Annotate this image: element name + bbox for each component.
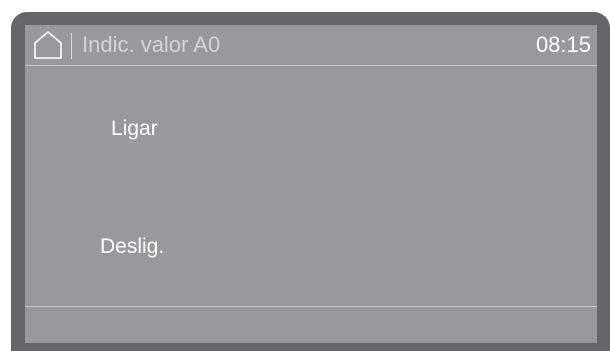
page-title: Indic. valor A0 xyxy=(82,32,221,57)
option-ligar[interactable]: Ligar xyxy=(111,116,158,142)
clock: 08:15 xyxy=(535,32,591,57)
option-deslig[interactable]: Deslig. xyxy=(100,234,164,260)
header-divider xyxy=(25,65,597,66)
header-separator xyxy=(71,33,72,59)
header-bar: Indic. valor A0 08:15 xyxy=(25,25,597,65)
home-button[interactable] xyxy=(31,29,65,61)
footer-divider xyxy=(25,306,597,307)
display-screen: Indic. valor A0 08:15 Ligar Deslig. xyxy=(25,25,597,343)
home-icon xyxy=(34,31,62,59)
